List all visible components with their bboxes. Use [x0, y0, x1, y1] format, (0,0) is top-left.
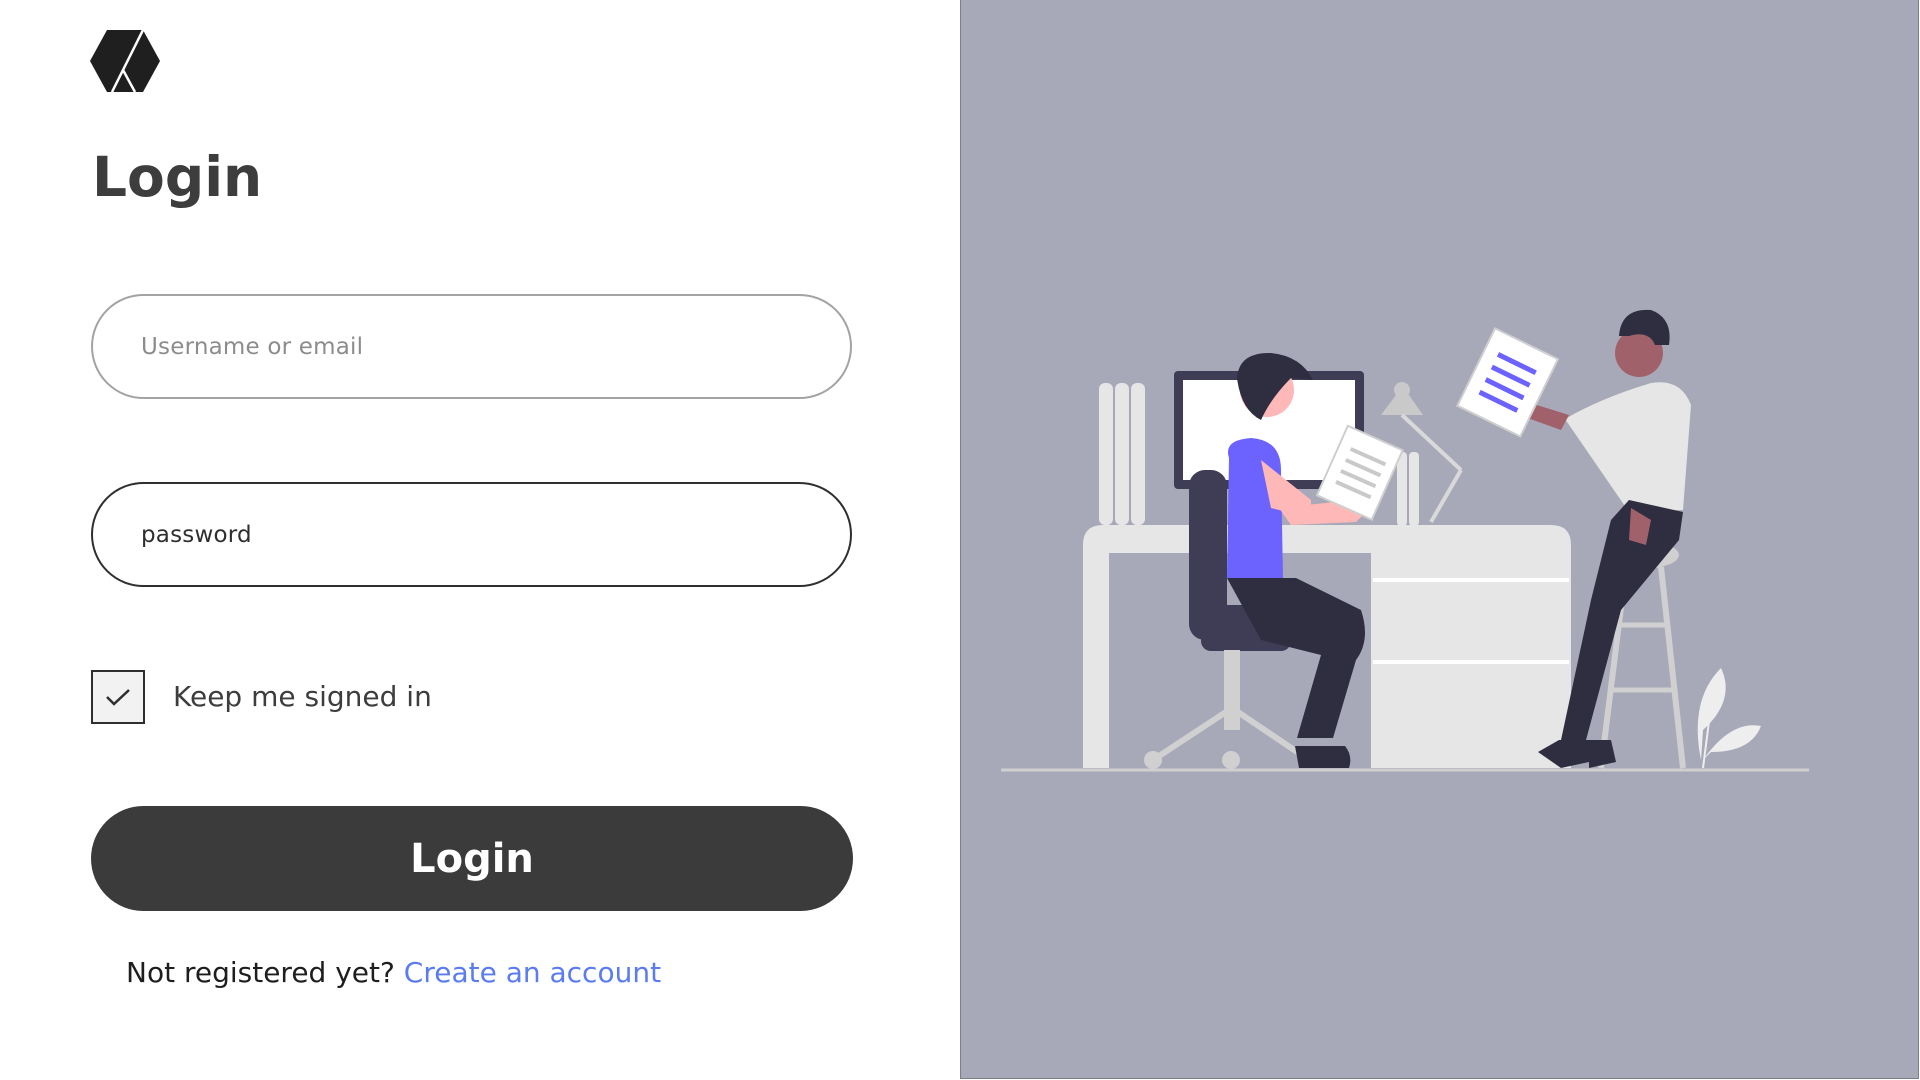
username-placeholder: Username or email: [141, 333, 364, 360]
page-title: Login: [92, 145, 263, 209]
password-value: password: [141, 521, 252, 548]
username-field[interactable]: Username or email: [91, 294, 852, 399]
register-prompt: Not registered yet?: [126, 956, 395, 989]
office-collaboration-illustration: [1001, 309, 1809, 772]
hexagon-logo-icon: [90, 30, 160, 92]
register-row: Not registered yet? Create an account: [126, 954, 661, 992]
illustration-panel: [960, 0, 1919, 1079]
keep-signed-in-label[interactable]: Keep me signed in: [173, 678, 432, 716]
login-page: Login Username or email password Keep me…: [0, 0, 1920, 1080]
checkmark-icon: [106, 689, 130, 706]
login-button[interactable]: Login: [91, 806, 853, 911]
login-form-panel: Login Username or email password Keep me…: [0, 0, 960, 1080]
create-account-link[interactable]: Create an account: [404, 956, 661, 989]
password-field[interactable]: password: [91, 482, 852, 587]
keep-signed-in-checkbox[interactable]: [91, 670, 145, 724]
